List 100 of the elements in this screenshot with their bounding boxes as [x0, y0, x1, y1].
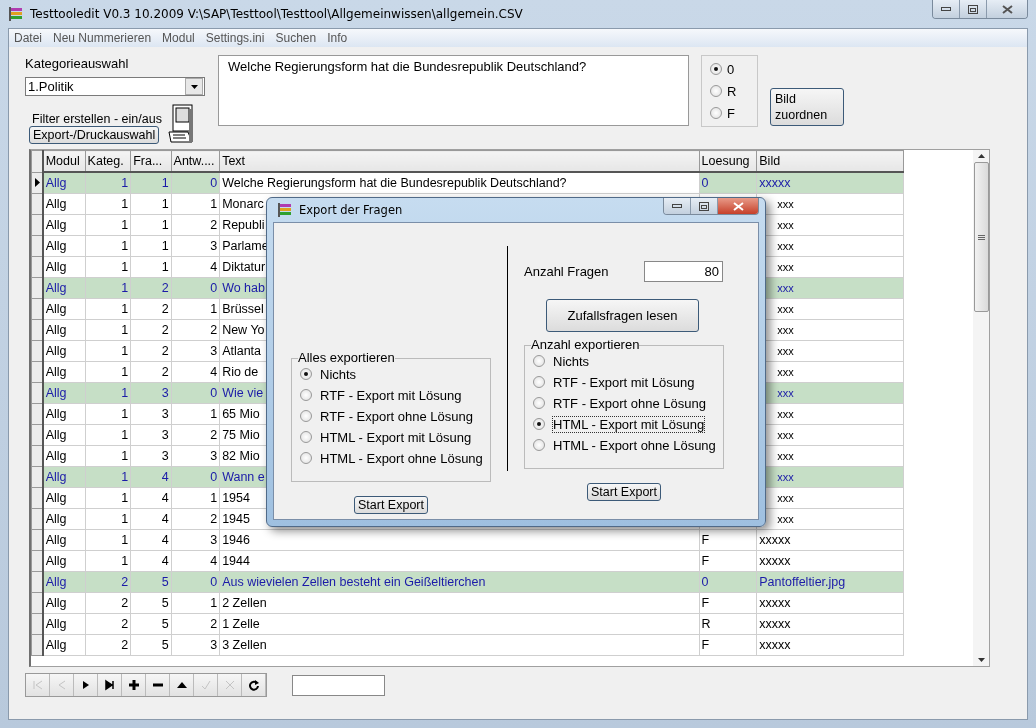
menu-item[interactable]: Suchen	[270, 31, 323, 45]
row-indicator[interactable]	[31, 172, 43, 193]
table-cell: 1944	[219, 550, 700, 571]
close-icon	[1001, 4, 1013, 14]
radio-button[interactable]	[300, 389, 312, 401]
table-cell: Allg	[42, 193, 86, 214]
row-indicator[interactable]	[31, 508, 43, 529]
table-cell: Allg	[42, 235, 86, 256]
table-cell: 3	[171, 445, 220, 466]
printer-icon[interactable]	[167, 104, 194, 144]
column-header[interactable]: Text	[219, 150, 700, 172]
table-cell: 2	[171, 508, 220, 529]
question-field[interactable]: Welche Regierungsform hat die Bundesrepublik Deutschland?	[218, 55, 689, 126]
row-indicator[interactable]	[31, 319, 43, 340]
insert-record-button[interactable]	[122, 674, 146, 696]
next-record-button[interactable]	[74, 674, 98, 696]
edit-record-button[interactable]	[170, 674, 194, 696]
caret-icon	[190, 84, 198, 89]
menu-item[interactable]: Datei	[9, 31, 48, 45]
row-indicator[interactable]	[31, 487, 43, 508]
assign-image-button[interactable]: Bild zuordnen	[770, 88, 844, 126]
radio-button[interactable]	[533, 376, 545, 388]
count-field[interactable]: 80	[644, 261, 723, 282]
close-icon	[732, 201, 744, 211]
column-header[interactable]: Kateg.	[85, 150, 131, 172]
row-indicator[interactable]	[31, 424, 43, 445]
menu-item[interactable]: Neu Nummerieren	[48, 31, 158, 45]
input-field[interactable]	[292, 674, 385, 696]
refresh-record-button[interactable]	[242, 674, 266, 696]
table-cell: 2	[85, 613, 131, 634]
row-indicator[interactable]	[31, 634, 43, 655]
row-indicator[interactable]	[31, 466, 43, 487]
delete-record-button[interactable]	[146, 674, 170, 696]
radio-button[interactable]	[710, 63, 722, 75]
minimize-button[interactable]	[933, 0, 959, 18]
radio-button[interactable]	[533, 439, 545, 451]
export-print-button[interactable]: Export-/Druckauswahl	[29, 126, 160, 144]
table-cell: Allg	[42, 340, 86, 361]
start-export-button[interactable]: Start Export	[354, 496, 428, 514]
category-dropdown[interactable]: 1.Politik	[25, 77, 205, 96]
menu-item[interactable]: Settings.ini	[200, 31, 271, 45]
window-title: Testtooledit V0.3 10.2009 V:\SAP\Testtool\Testtool\Allgemeinwissen\allgemein.CSV	[30, 7, 524, 21]
table-cell: 2	[85, 634, 131, 655]
table-cell: 4	[171, 256, 220, 277]
radio-button[interactable]	[300, 452, 312, 464]
row-indicator[interactable]	[31, 403, 43, 424]
row-indicator[interactable]	[31, 298, 43, 319]
table-cell: 1	[130, 214, 172, 235]
column-header[interactable]: Fra...	[130, 150, 172, 172]
close-button[interactable]	[986, 0, 1027, 18]
menu-item[interactable]: Info	[322, 31, 354, 45]
start-export-button[interactable]: Start Export	[587, 483, 661, 501]
last-record-button[interactable]	[98, 674, 122, 696]
radio-button[interactable]	[300, 410, 312, 422]
table-cell: 2	[171, 424, 220, 445]
column-header[interactable]: Bild	[756, 150, 904, 172]
radio-button[interactable]	[710, 107, 722, 119]
row-indicator[interactable]	[31, 193, 43, 214]
table-cell: 3	[130, 445, 172, 466]
random-questions-button[interactable]: Zufallsfragen lesen	[546, 299, 699, 332]
row-indicator[interactable]	[31, 277, 43, 298]
scroll-up-icon[interactable]	[977, 154, 985, 158]
category-label: Kategorieauswahl	[25, 56, 130, 71]
row-indicator[interactable]	[31, 613, 43, 634]
maximize-button[interactable]	[959, 0, 986, 18]
row-indicator[interactable]	[31, 445, 43, 466]
skip-end-icon	[103, 679, 116, 691]
maximize-icon	[968, 4, 978, 14]
scroll-down-icon[interactable]	[977, 658, 985, 662]
radio-button[interactable]	[533, 397, 545, 409]
column-header[interactable]: Antw....	[171, 150, 220, 172]
row-indicator[interactable]	[31, 256, 43, 277]
row-indicator[interactable]	[31, 214, 43, 235]
radio-button[interactable]	[300, 368, 312, 380]
table-cell: 3 Zellen	[219, 634, 700, 655]
table-cell: 2	[130, 340, 172, 361]
row-indicator[interactable]	[31, 529, 43, 550]
row-indicator[interactable]	[31, 592, 43, 613]
table-cell: Allg	[42, 214, 86, 235]
row-indicator[interactable]	[31, 361, 43, 382]
table-cell: Allg	[42, 487, 86, 508]
filter-label: Filter erstellen - ein/aus	[31, 112, 162, 126]
radio-button[interactable]	[533, 355, 545, 367]
vertical-scrollbar[interactable]	[973, 150, 989, 666]
row-indicator[interactable]	[31, 571, 43, 592]
table-cell: F	[699, 529, 757, 550]
maximize-button[interactable]	[690, 198, 717, 214]
row-indicator[interactable]	[31, 340, 43, 361]
menu-item[interactable]: Modul	[157, 31, 201, 45]
radio-button[interactable]	[710, 85, 722, 97]
radio-button[interactable]	[300, 431, 312, 443]
column-header[interactable]: Loesung	[699, 150, 757, 172]
row-indicator[interactable]	[31, 382, 43, 403]
column-header[interactable]: Modul	[42, 150, 86, 172]
table-cell: 2	[85, 592, 131, 613]
minimize-button[interactable]	[664, 198, 690, 214]
close-button[interactable]	[717, 198, 758, 214]
radio-button[interactable]	[533, 418, 545, 430]
row-indicator[interactable]	[31, 235, 43, 256]
row-indicator[interactable]	[31, 550, 43, 571]
